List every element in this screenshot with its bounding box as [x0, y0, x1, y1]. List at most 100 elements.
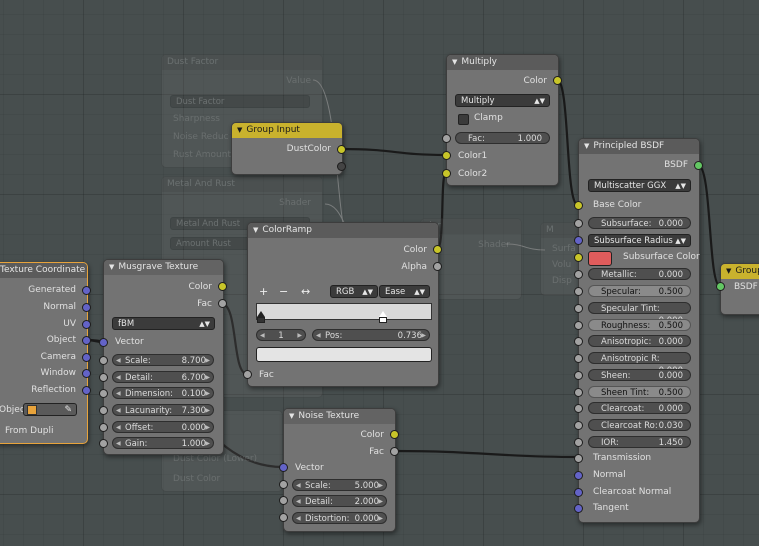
- increment-arrow-icon[interactable]: ▶: [378, 496, 383, 508]
- stop-color-swatch[interactable]: [256, 347, 432, 362]
- musgrave-lacunarity-field[interactable]: ◀ Lacunarity: 7.300 ▶: [112, 404, 214, 416]
- decrement-arrow-icon[interactable]: ◀: [296, 513, 301, 525]
- decrement-arrow-icon[interactable]: ◀: [296, 480, 301, 492]
- principled-clearcoat-roughness-field[interactable]: Clearcoat Ro: 0.030: [588, 419, 691, 431]
- socket-clearcoat-roughness[interactable]: [574, 421, 583, 430]
- socket-group-input-empty[interactable]: [337, 162, 346, 171]
- principled-clearcoat-field[interactable]: Clearcoat: 0.000: [588, 402, 691, 414]
- decrement-arrow-icon[interactable]: ◀: [116, 372, 121, 384]
- socket-base-color[interactable]: [574, 201, 583, 210]
- principled-specular-field[interactable]: Specular: 0.500: [588, 285, 691, 297]
- socket-specular-tint[interactable]: [574, 304, 583, 313]
- from-dupli-checkbox-label[interactable]: From Dupli: [5, 426, 54, 436]
- socket-clearcoat-normal[interactable]: [574, 488, 583, 497]
- increment-arrow-icon[interactable]: ▶: [378, 513, 383, 525]
- collapse-triangle-icon[interactable]: ▼: [452, 55, 457, 70]
- interpolation-dropdown[interactable]: Ease ▲▼: [379, 285, 430, 298]
- socket-anisotropic[interactable]: [574, 337, 583, 346]
- musgrave-detail-field[interactable]: ◀ Detail: 6.700 ▶: [112, 371, 214, 383]
- socket-tangent[interactable]: [574, 504, 583, 513]
- socket-color-ramp-color[interactable]: [433, 245, 442, 254]
- decrement-arrow-icon[interactable]: ◀: [260, 330, 265, 342]
- socket-musgrave-fac[interactable]: [218, 299, 227, 308]
- socket-musgrave-scale[interactable]: [99, 356, 108, 365]
- node-color-ramp[interactable]: ▼ ColorRamp Color Alpha + − ↔ RGB ▲▼ Ease ▲…: [247, 222, 439, 387]
- node-noise-texture[interactable]: ▼ Noise Texture Color Fac Vector ◀ Scale: 5…: [283, 408, 396, 532]
- socket-normal[interactable]: [82, 303, 91, 312]
- socket-noise-vector[interactable]: [279, 463, 288, 472]
- blend-mode-dropdown[interactable]: Multiply ▲▼: [455, 94, 550, 107]
- socket-musgrave-gain[interactable]: [99, 439, 108, 448]
- stop-position-field[interactable]: ◀ Pos: 0.736 ▶: [312, 329, 430, 341]
- socket-color-ramp-fac[interactable]: [243, 370, 252, 379]
- node-noise-header[interactable]: ▼ Noise Texture: [284, 409, 395, 424]
- multiply-fac-field[interactable]: Fac: 1.000: [455, 132, 550, 144]
- node-texture-coordinate[interactable]: Texture Coordinate Generated Normal UV O…: [0, 262, 88, 444]
- principled-metallic-field[interactable]: Metallic: 0.000: [588, 268, 691, 280]
- socket-multiply-fac[interactable]: [442, 134, 451, 143]
- color-ramp-stop-box[interactable]: [257, 317, 265, 323]
- increment-arrow-icon[interactable]: ▶: [297, 330, 302, 342]
- musgrave-gain-field[interactable]: ◀ Gain: 1.000 ▶: [112, 437, 214, 449]
- socket-subsurface-radius[interactable]: [574, 236, 583, 245]
- socket-noise-fac[interactable]: [390, 447, 399, 456]
- decrement-arrow-icon[interactable]: ◀: [116, 422, 121, 434]
- socket-principled-bsdf-out[interactable]: [694, 161, 703, 170]
- socket-noise-distortion[interactable]: [279, 513, 288, 522]
- increment-arrow-icon[interactable]: ▶: [205, 405, 210, 417]
- socket-uv[interactable]: [82, 320, 91, 329]
- node-color-ramp-header[interactable]: ▼ ColorRamp: [248, 223, 438, 238]
- node-principled-bsdf[interactable]: ▼ Principled BSDF BSDF Multiscatter GGX ▲▼…: [578, 138, 700, 523]
- increment-arrow-icon[interactable]: ▶: [205, 372, 210, 384]
- socket-group-output-bsdf[interactable]: [716, 282, 725, 291]
- socket-transmission[interactable]: [574, 454, 583, 463]
- collapse-triangle-icon[interactable]: ▼: [253, 223, 258, 238]
- musgrave-type-dropdown[interactable]: fBM ▲▼: [112, 317, 215, 330]
- color-mode-dropdown[interactable]: RGB ▲▼: [330, 285, 378, 298]
- socket-sheen-tint[interactable]: [574, 388, 583, 397]
- socket-metallic[interactable]: [574, 270, 583, 279]
- socket-object[interactable]: [82, 336, 91, 345]
- collapse-triangle-icon[interactable]: ▼: [726, 264, 731, 279]
- noise-distortion-field[interactable]: ◀ Distortion: 0.000 ▶: [292, 512, 387, 524]
- socket-ior[interactable]: [574, 438, 583, 447]
- principled-ior-field[interactable]: IOR: 1.450: [588, 436, 691, 448]
- node-group-input[interactable]: ▼ Group Input DustColor: [231, 122, 343, 175]
- collapse-triangle-icon[interactable]: ▼: [237, 123, 242, 138]
- socket-group-input-dustcolor[interactable]: [337, 145, 346, 154]
- socket-specular[interactable]: [574, 287, 583, 296]
- principled-roughness-field[interactable]: Roughness: 0.500: [588, 319, 691, 331]
- socket-subsurface[interactable]: [574, 219, 583, 228]
- socket-musgrave-offset[interactable]: [99, 423, 108, 432]
- add-stop-button[interactable]: +: [259, 286, 268, 298]
- node-group-input-header[interactable]: ▼ Group Input: [232, 123, 342, 138]
- principled-sheen-tint-field[interactable]: Sheen Tint: 0.500: [588, 386, 691, 398]
- increment-arrow-icon[interactable]: ▶: [205, 422, 210, 434]
- socket-multiply-color[interactable]: [553, 76, 562, 85]
- principled-subsurface-field[interactable]: Subsurface: 0.000: [588, 217, 691, 229]
- decrement-arrow-icon[interactable]: ◀: [116, 438, 121, 450]
- principled-sheen-field[interactable]: Sheen: 0.000: [588, 369, 691, 381]
- collapse-triangle-icon[interactable]: ▼: [289, 409, 294, 424]
- socket-normal-in[interactable]: [574, 471, 583, 480]
- socket-multiply-color2[interactable]: [442, 169, 451, 178]
- principled-anisotropic-field[interactable]: Anisotropic: 0.000: [588, 335, 691, 347]
- collapse-triangle-icon[interactable]: ▼: [109, 260, 114, 275]
- socket-musgrave-vector[interactable]: [99, 338, 108, 347]
- socket-multiply-color1[interactable]: [442, 151, 451, 160]
- socket-generated[interactable]: [82, 286, 91, 295]
- increment-arrow-icon[interactable]: ▶: [205, 438, 210, 450]
- decrement-arrow-icon[interactable]: ◀: [116, 405, 121, 417]
- socket-musgrave-color[interactable]: [218, 282, 227, 291]
- decrement-arrow-icon[interactable]: ◀: [116, 388, 121, 400]
- socket-roughness[interactable]: [574, 321, 583, 330]
- principled-anisotropic-rotation-field[interactable]: Anisotropic R:0.000: [588, 352, 691, 376]
- musgrave-dimension-field[interactable]: ◀ Dimension: 0.100 ▶: [112, 387, 214, 399]
- increment-arrow-icon[interactable]: ▶: [205, 355, 210, 367]
- socket-noise-scale[interactable]: [279, 480, 288, 489]
- subsurface-color-swatch[interactable]: [588, 251, 612, 266]
- decrement-arrow-icon[interactable]: ◀: [316, 330, 321, 342]
- eyedropper-icon[interactable]: ✎: [64, 404, 72, 417]
- object-picker-field[interactable]: ✎: [23, 403, 77, 416]
- socket-camera[interactable]: [82, 353, 91, 362]
